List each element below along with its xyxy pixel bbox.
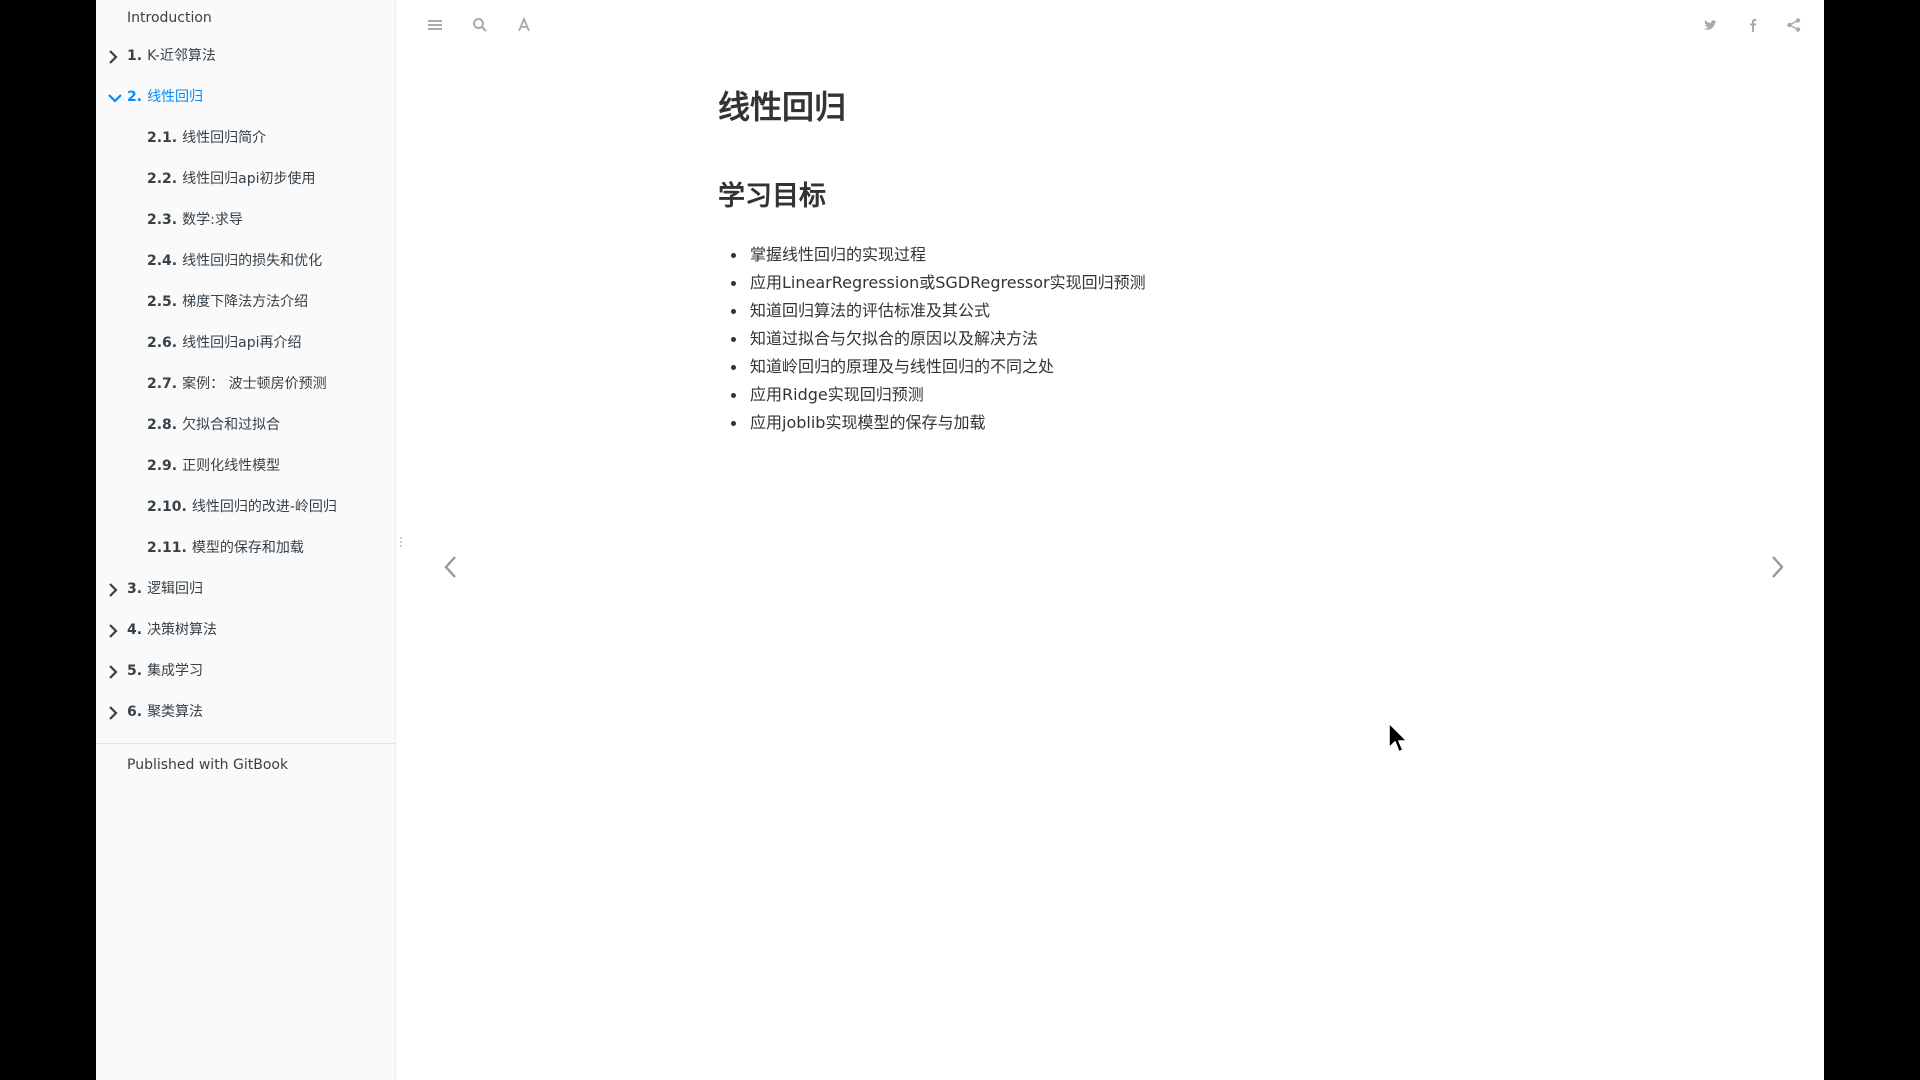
toc-section-title: 数学:求导	[182, 212, 243, 228]
list-item: 应用joblib实现模型的保存与加载	[718, 409, 1146, 437]
chevron-right-icon[interactable]	[108, 569, 122, 610]
toc-section-2-1[interactable]: 2.1. 线性回归简介	[96, 118, 396, 159]
chevron-left-icon	[444, 556, 456, 578]
chevron-right-icon[interactable]	[108, 610, 122, 651]
menu-icon[interactable]	[426, 16, 444, 34]
toc-section-title: 线性回归的改进-岭回归	[191, 499, 337, 515]
toc-chapter-5[interactable]: 5. 集成学习	[96, 651, 396, 692]
facebook-icon[interactable]	[1744, 16, 1762, 34]
toc-section-2-10[interactable]: 2.10. 线性回归的改进-岭回归	[96, 487, 396, 528]
toc-section-number: 2.4.	[147, 253, 178, 269]
toc-section-title: 欠拟合和过拟合	[182, 417, 281, 433]
toc-chapter-2[interactable]: 2. 线性回归	[96, 77, 396, 118]
toc-section-number: 2.9.	[147, 458, 178, 474]
sidebar-divider	[96, 743, 396, 744]
toc-section-number: 2.6.	[147, 335, 178, 351]
toc-chapter-title: 聚类算法	[147, 704, 204, 720]
toc-section-2-4[interactable]: 2.4. 线性回归的损失和优化	[96, 241, 396, 282]
share-icon[interactable]	[1785, 16, 1803, 34]
toc-chapter-title: K-近邻算法	[147, 48, 216, 64]
section-title: 学习目标	[718, 181, 826, 212]
sidebar-resize-handle[interactable]	[399, 533, 403, 547]
chevron-right-icon[interactable]	[108, 36, 122, 77]
toc-section-title: 线性回归api初步使用	[182, 171, 316, 187]
toc-section-2-7[interactable]: 2.7. 案例： 波士顿房价预测	[96, 364, 396, 405]
toc-section-number: 2.5.	[147, 294, 178, 310]
toc-section-title: 模型的保存和加载	[191, 540, 304, 556]
list-item: 知道回归算法的评估标准及其公式	[718, 297, 1146, 325]
toc-chapter-4[interactable]: 4. 决策树算法	[96, 610, 396, 651]
toc-item-introduction[interactable]: Introduction	[96, 0, 396, 39]
toc-section-title: 线性回归简介	[182, 130, 267, 146]
list-item: 掌握线性回归的实现过程	[718, 241, 1146, 269]
toc-chapter-number: 3.	[127, 581, 143, 597]
toc-section-title: 案例： 波士顿房价预测	[182, 376, 327, 392]
learning-objectives-list: 掌握线性回归的实现过程 应用LinearRegression或SGDRegres…	[718, 241, 1146, 437]
toc-chapter-number: 6.	[127, 704, 143, 720]
list-item: 应用Ridge实现回归预测	[718, 381, 1146, 409]
toc-section-number: 2.1.	[147, 130, 178, 146]
list-item: 知道岭回归的原理及与线性回归的不同之处	[718, 353, 1146, 381]
toc-chapter-number: 5.	[127, 663, 143, 679]
toc-section-2-5[interactable]: 2.5. 梯度下降法方法介绍	[96, 282, 396, 323]
toc-chapter-title: 线性回归	[147, 89, 204, 105]
toc-section-title: 正则化线性模型	[182, 458, 281, 474]
toc-chapter-title: 集成学习	[147, 663, 204, 679]
toc-section-number: 2.8.	[147, 417, 178, 433]
toc-section-title: 线性回归的损失和优化	[182, 253, 323, 269]
list-item: 应用LinearRegression或SGDRegressor实现回归预测	[718, 269, 1146, 297]
toc-chapter-number: 1.	[127, 48, 143, 64]
toc-section-title: 线性回归api再介绍	[182, 335, 302, 351]
chevron-down-icon[interactable]	[108, 77, 122, 118]
toc-section-number: 2.10.	[147, 499, 187, 515]
toc-section-number: 2.7.	[147, 376, 178, 392]
toc-chapter-3[interactable]: 3. 逻辑回归	[96, 569, 396, 610]
toc-chapter-1[interactable]: 1. K-近邻算法	[96, 36, 396, 77]
toc-section-2-2[interactable]: 2.2. 线性回归api初步使用	[96, 159, 396, 200]
toc-section-2-9[interactable]: 2.9. 正则化线性模型	[96, 446, 396, 487]
gitbook-window: Introduction 1. K-近邻算法 2. 线性回归 2.1. 线性回归简介	[96, 0, 1824, 1080]
chevron-right-icon[interactable]	[108, 651, 122, 692]
sidebar: Introduction 1. K-近邻算法 2. 线性回归 2.1. 线性回归简介	[96, 0, 402, 1080]
chevron-right-icon	[1772, 556, 1784, 578]
toc-chapter-title: 逻辑回归	[147, 581, 204, 597]
published-with-gitbook-link[interactable]: Published with GitBook	[127, 757, 288, 773]
twitter-icon[interactable]	[1702, 16, 1720, 34]
toc-section-2-8[interactable]: 2.8. 欠拟合和过拟合	[96, 405, 396, 446]
toc-section-2-6[interactable]: 2.6. 线性回归api再介绍	[96, 323, 396, 364]
toc-chapter-title: 决策树算法	[147, 622, 218, 638]
font-settings-icon[interactable]	[515, 16, 533, 34]
chevron-right-icon[interactable]	[108, 692, 122, 733]
toc-section-title: 梯度下降法方法介绍	[182, 294, 309, 310]
toc-section-number: 2.3.	[147, 212, 178, 228]
toc-section-2-11[interactable]: 2.11. 模型的保存和加载	[96, 528, 396, 569]
page-title: 线性回归	[718, 88, 847, 126]
previous-page-button[interactable]	[439, 550, 463, 584]
toc-chapter-6[interactable]: 6. 聚类算法	[96, 692, 396, 733]
toc-section-number: 2.2.	[147, 171, 178, 187]
mouse-cursor-icon	[1388, 722, 1410, 758]
toc-section-2-3[interactable]: 2.3. 数学:求导	[96, 200, 396, 241]
toc-chapter-number: 4.	[127, 622, 143, 638]
toc-section-number: 2.11.	[147, 540, 187, 556]
search-icon[interactable]	[471, 16, 489, 34]
list-item: 知道过拟合与欠拟合的原因以及解决方法	[718, 325, 1146, 353]
next-page-button[interactable]	[1765, 550, 1789, 584]
toc-chapter-number: 2.	[127, 89, 143, 105]
toc-item-label: Introduction	[127, 10, 212, 26]
